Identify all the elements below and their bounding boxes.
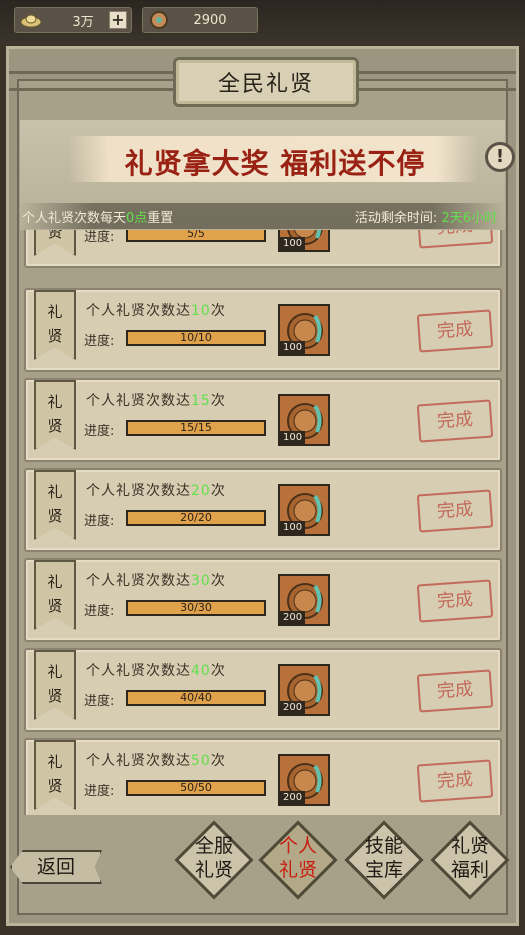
progress-label: 进度: bbox=[84, 334, 115, 349]
reset-note: 个人礼贤次数每天0点重置 bbox=[22, 211, 174, 226]
reward-amount: 200 bbox=[280, 701, 306, 714]
lixian-ribbon: 礼 贤 bbox=[34, 740, 76, 810]
completed-stamp: 完成 bbox=[416, 309, 494, 353]
lixian-ribbon: 礼 贤 bbox=[34, 560, 76, 630]
resource-bar: 3万 + 2900 bbox=[0, 0, 525, 44]
completed-stamp: 完成 bbox=[416, 399, 494, 443]
tab-lixian-welfare[interactable]: 礼贤 福利 bbox=[430, 820, 510, 900]
reward-item[interactable]: 200 bbox=[278, 574, 330, 626]
task-card: 礼 贤 个人礼贤次数达20次 进度: 20/20 100 完成 bbox=[24, 468, 502, 552]
reward-amount: 200 bbox=[280, 791, 306, 804]
task-title: 个人礼贤次数达30次 bbox=[86, 573, 226, 589]
event-slogan: 礼贤拿大奖 福利送不停 bbox=[124, 147, 426, 180]
gold-counter: 3万 + bbox=[14, 7, 132, 33]
task-target: 10 bbox=[191, 303, 211, 319]
reward-amount: 100 bbox=[280, 431, 306, 444]
task-target: 20 bbox=[191, 483, 211, 499]
gold-ingot-icon bbox=[19, 10, 43, 30]
progress-label: 进度: bbox=[84, 514, 115, 529]
task-card: 礼 贤 个人礼贤次数达10次 进度: 10/10 100 完成 bbox=[24, 288, 502, 372]
task-card: 礼 贤 进度: 5/5 100 完成 bbox=[24, 230, 502, 268]
reward-item[interactable]: 100 bbox=[278, 230, 330, 252]
task-card: 礼 贤 个人礼贤次数达50次 进度: 50/50 200 完成 bbox=[24, 738, 502, 815]
task-card: 礼 贤 个人礼贤次数达15次 进度: 15/15 100 完成 bbox=[24, 378, 502, 462]
progress-label: 进度: bbox=[84, 784, 115, 799]
jade-coin-icon bbox=[147, 10, 171, 30]
task-card: 礼 贤 个人礼贤次数达40次 进度: 40/40 200 完成 bbox=[24, 648, 502, 732]
progress-label: 进度: bbox=[84, 230, 115, 245]
task-target: 30 bbox=[191, 573, 211, 589]
task-target: 50 bbox=[191, 753, 211, 769]
tab-skill-treasury[interactable]: 技能 宝库 bbox=[344, 820, 424, 900]
reward-amount: 200 bbox=[280, 611, 306, 624]
completed-stamp: 完成 bbox=[416, 230, 494, 249]
task-title: 个人礼贤次数达40次 bbox=[86, 663, 226, 679]
progress-label: 进度: bbox=[84, 604, 115, 619]
progress-bar: 10/10 bbox=[126, 330, 266, 346]
reward-amount: 100 bbox=[280, 341, 306, 354]
tab-personal-lixian[interactable]: 个人 礼贤 bbox=[258, 820, 338, 900]
reward-item[interactable]: 100 bbox=[278, 394, 330, 446]
progress-label: 进度: bbox=[84, 694, 115, 709]
reward-amount: 100 bbox=[280, 237, 306, 250]
task-card: 礼 贤 个人礼贤次数达30次 进度: 30/30 200 完成 bbox=[24, 558, 502, 642]
task-title: 个人礼贤次数达20次 bbox=[86, 483, 226, 499]
add-gold-button[interactable]: + bbox=[109, 11, 127, 29]
event-info-bar: 个人礼贤次数每天0点重置 活动剩余时间: 2天6小时 bbox=[20, 203, 505, 229]
page-title: 全民礼贤 bbox=[173, 57, 359, 107]
bottom-nav: 返回 全服 礼贤 个人 礼贤 技能 宝库 礼贤 福利 bbox=[6, 818, 519, 926]
lixian-ribbon: 礼 贤 bbox=[34, 290, 76, 360]
completed-stamp: 完成 bbox=[416, 669, 494, 713]
remaining-time: 活动剩余时间: 2天6小时 bbox=[354, 211, 497, 226]
task-title: 个人礼贤次数达15次 bbox=[86, 393, 226, 409]
progress-bar: 30/30 bbox=[126, 600, 266, 616]
progress-label: 进度: bbox=[84, 424, 115, 439]
task-title: 个人礼贤次数达10次 bbox=[86, 303, 226, 319]
lixian-ribbon: 礼 贤 bbox=[34, 380, 76, 450]
task-target: 15 bbox=[191, 393, 211, 409]
task-list[interactable]: 礼 贤 进度: 5/5 100 完成 礼 贤 个人礼贤次数达10次 进度: 10… bbox=[20, 230, 505, 815]
progress-bar: 5/5 bbox=[126, 230, 266, 242]
completed-stamp: 完成 bbox=[416, 579, 494, 623]
task-target: 40 bbox=[191, 663, 211, 679]
lixian-ribbon: 礼 贤 bbox=[34, 650, 76, 720]
reward-item[interactable]: 100 bbox=[278, 304, 330, 356]
remaining-time-value: 2天6小时 bbox=[441, 211, 497, 226]
reward-item[interactable]: 100 bbox=[278, 484, 330, 536]
progress-bar: 20/20 bbox=[126, 510, 266, 526]
progress-bar: 50/50 bbox=[126, 780, 266, 796]
info-button[interactable]: ! bbox=[485, 142, 515, 172]
jade-value: 2900 bbox=[193, 12, 227, 28]
reward-item[interactable]: 200 bbox=[278, 664, 330, 716]
tab-server-lixian[interactable]: 全服 礼贤 bbox=[174, 820, 254, 900]
progress-bar: 15/15 bbox=[126, 420, 266, 436]
completed-stamp: 完成 bbox=[416, 759, 494, 803]
back-button[interactable]: 返回 bbox=[10, 850, 102, 884]
reward-amount: 100 bbox=[280, 521, 306, 534]
completed-stamp: 完成 bbox=[416, 489, 494, 533]
task-title: 个人礼贤次数达50次 bbox=[86, 753, 226, 769]
lixian-ribbon: 礼 贤 bbox=[34, 230, 76, 256]
jade-counter: 2900 bbox=[142, 7, 258, 33]
reward-item[interactable]: 200 bbox=[278, 754, 330, 806]
progress-bar: 40/40 bbox=[126, 690, 266, 706]
lixian-ribbon: 礼 贤 bbox=[34, 470, 76, 540]
